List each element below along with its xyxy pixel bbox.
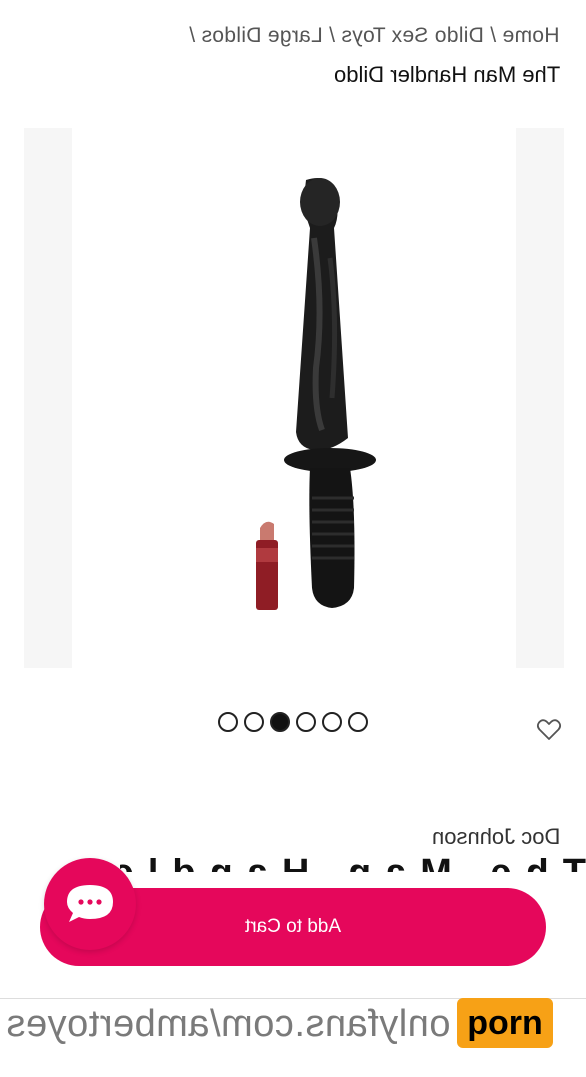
wishlist-button[interactable] [536, 718, 562, 742]
gallery-pagination[interactable] [218, 712, 368, 732]
page-title-text: The Man Handler Dildo [333, 62, 560, 87]
pagination-dot[interactable] [244, 712, 264, 732]
pagination-dot[interactable] [296, 712, 316, 732]
watermark-url-text: onlyfans.com/ambertoyes [6, 1003, 451, 1045]
watermark-url: onlyfans.com/ambertoyes [6, 1003, 450, 1046]
product-title-cut-off: The Man Handler Dildo [120, 858, 586, 872]
add-to-cart-label: Add to Cart [244, 916, 342, 937]
pagination-dot[interactable] [322, 712, 342, 732]
breadcrumb[interactable]: Home / Dildo Sex Toys / Large Dildos / [189, 24, 560, 48]
chat-button[interactable] [44, 858, 136, 950]
gallery-edge-left [24, 128, 72, 668]
brand-name-text: Doc Johnson [431, 824, 560, 849]
brand-name[interactable]: Doc Johnson [432, 824, 560, 850]
pagination-dot[interactable] [218, 712, 238, 732]
pagination-dot-active[interactable] [270, 712, 290, 732]
heart-icon [536, 719, 562, 740]
site-logo-text: porn [467, 1003, 543, 1042]
product-image [256, 178, 376, 610]
product-title-text: The Man Handler Dildo [120, 858, 586, 872]
site-logo: porn [457, 998, 553, 1048]
product-image-gallery[interactable] [24, 128, 564, 668]
page-title: The Man Handler Dildo [334, 62, 560, 88]
breadcrumb-text: Home / Dildo Sex Toys / Large Dildos / [189, 24, 560, 47]
pagination-dot[interactable] [348, 712, 368, 732]
gallery-edge-right [516, 128, 564, 668]
chat-icon [67, 885, 113, 922]
